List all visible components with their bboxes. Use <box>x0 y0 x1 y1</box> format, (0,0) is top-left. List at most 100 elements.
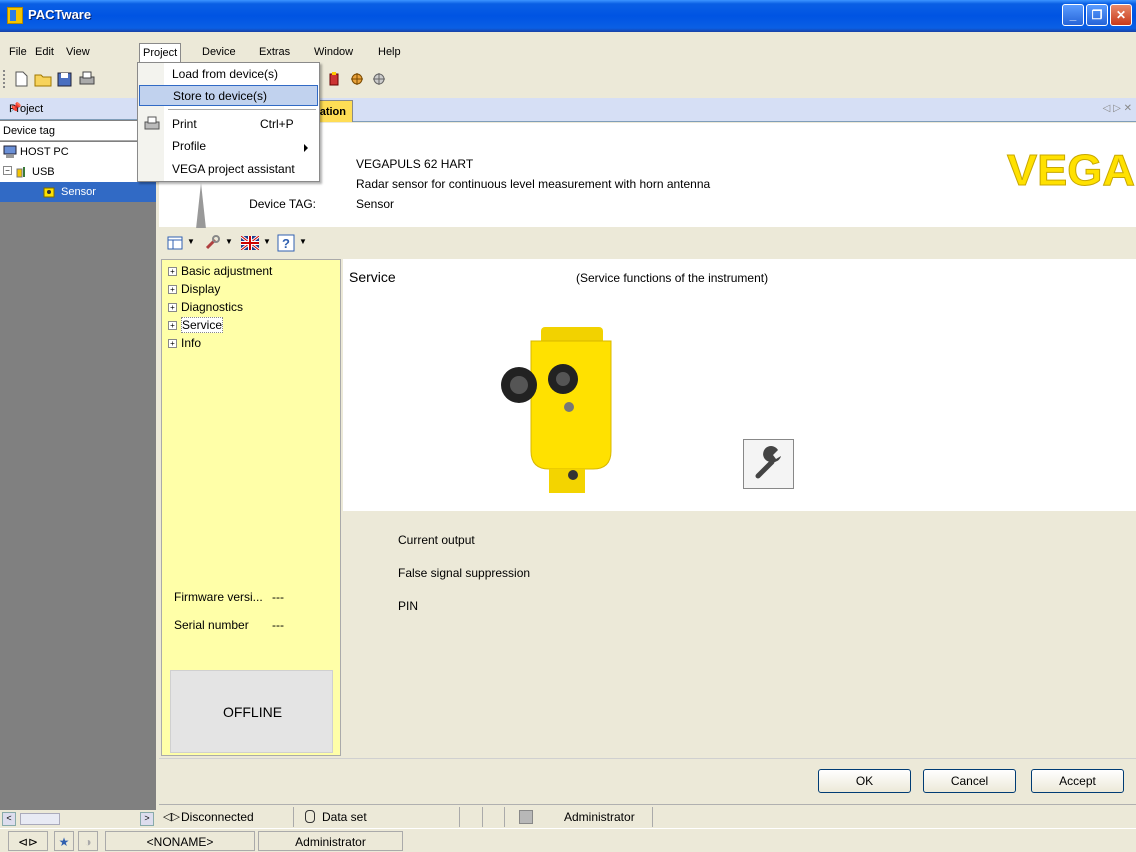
scroll-right-icon[interactable]: > <box>140 812 154 826</box>
app-status-bar: ⊲⊳ ★ ◑ <NONAME> Administrator <box>0 828 1136 852</box>
sensor-housing-image <box>501 327 612 493</box>
service-item-false-signal-suppression[interactable]: False signal suppression <box>398 566 530 580</box>
new-file-icon[interactable] <box>12 70 30 88</box>
tree-item-host-pc[interactable]: HOST PC <box>0 142 156 162</box>
accept-button[interactable]: Accept <box>1031 769 1124 793</box>
menu-item-print[interactable]: Print Ctrl+P <box>139 114 318 135</box>
pin-icon[interactable]: 📌 <box>9 103 140 114</box>
service-wrench-button[interactable] <box>743 439 794 489</box>
favorite-icon[interactable]: ★ <box>54 831 74 851</box>
menu-project[interactable]: Project <box>139 43 182 64</box>
service-panel: Service (Service functions of the instru… <box>343 259 1136 511</box>
vega-logo: VEGA <box>1007 149 1136 189</box>
chevron-down-icon[interactable]: ▼ <box>299 237 307 246</box>
language-flag-icon[interactable] <box>241 236 259 250</box>
computer-icon <box>3 145 17 158</box>
minimize-icon[interactable]: _ <box>1062 4 1084 26</box>
serial-number-label: Serial number <box>174 618 249 632</box>
menu-separator <box>168 109 316 110</box>
menu-window[interactable]: Window <box>311 45 356 59</box>
ok-button[interactable]: OK <box>818 769 911 793</box>
close-icon[interactable]: ✕ <box>1110 4 1132 26</box>
nav-item-basic-adjustment[interactable]: + Basic adjustment <box>168 264 272 278</box>
view-layout-icon[interactable] <box>167 236 183 250</box>
service-subtitle: (Service functions of the instrument) <box>576 271 769 285</box>
menu-help[interactable]: Help <box>375 45 404 59</box>
status-divider <box>459 807 460 827</box>
print-icon[interactable] <box>78 70 96 88</box>
chevron-down-icon[interactable]: ▼ <box>225 237 233 246</box>
pactware-app-icon <box>7 7 23 24</box>
svg-text:?: ? <box>282 236 290 251</box>
dialog-button-bar: OK Cancel Accept <box>159 758 1136 798</box>
device-name: VEGAPULS 62 HART <box>356 157 474 171</box>
title-bar: PACTware _ ❐ ✕ <box>0 0 1136 32</box>
submenu-arrow-icon <box>304 144 308 152</box>
disconnect-icon[interactable] <box>370 70 388 88</box>
project-horizontal-scrollbar[interactable]: < > <box>0 810 156 828</box>
dtm-document: ation ◁ ▷ ✕ Device TAG: VEGAPULS 62 HART… <box>159 98 1136 828</box>
service-title: Service <box>349 269 396 285</box>
help-icon[interactable]: ? <box>277 234 295 252</box>
device-description: Radar sensor for continuous level measur… <box>356 177 711 191</box>
document-status-bar: ◁▷ Disconnected Data set Administrator <box>159 804 1136 828</box>
window-title: PACTware <box>28 7 92 22</box>
device-tag-label: Device TAG: <box>249 197 316 211</box>
service-item-current-output[interactable]: Current output <box>398 533 475 547</box>
tree-item-sensor[interactable]: Sensor <box>0 182 156 202</box>
expand-icon[interactable]: + <box>168 285 177 294</box>
device-tag-column-header[interactable]: Device tag <box>0 121 156 141</box>
menu-item-load-from-device[interactable]: Load from device(s) <box>139 64 318 85</box>
service-function-list: Current output False signal suppression … <box>343 511 1136 756</box>
chevron-down-icon[interactable]: ▼ <box>263 237 271 246</box>
collapse-icon[interactable]: − <box>3 166 12 175</box>
dtm-toolbar: ▼ ▼ ▼ ? ▼ <box>159 228 1136 258</box>
nav-item-service[interactable]: + Service <box>168 317 224 333</box>
menu-view[interactable]: View <box>63 45 93 59</box>
restore-icon[interactable]: ❐ <box>1086 4 1108 26</box>
parameter-navigation-tree: + Basic adjustment + Display + Diagnostics … <box>161 259 341 756</box>
nav-item-diagnostics[interactable]: + Diagnostics <box>168 300 243 314</box>
expand-icon[interactable]: + <box>168 267 177 276</box>
sensor-device-icon <box>43 187 55 198</box>
project-menu-dropdown: Load from device(s) Store to device(s) P… <box>137 62 320 182</box>
firmware-label: Firmware versi... <box>174 590 263 604</box>
usb-icon <box>16 167 25 178</box>
status-divider <box>504 807 505 827</box>
menu-item-vega-project-assistant[interactable]: VEGA project assistant <box>139 159 318 180</box>
expand-icon[interactable]: + <box>168 321 177 330</box>
project-pane-header: Project 📌 <box>0 98 156 120</box>
menu-device[interactable]: Device <box>199 45 239 59</box>
cancel-button[interactable]: Cancel <box>923 769 1016 793</box>
menu-item-store-to-device[interactable]: Store to device(s) <box>139 85 318 106</box>
expand-icon[interactable]: + <box>168 303 177 312</box>
menu-extras[interactable]: Extras <box>256 45 293 59</box>
dataset-icon <box>305 810 315 823</box>
status-divider <box>652 807 653 827</box>
wrench-tools-icon[interactable] <box>203 234 221 252</box>
menu-item-profile[interactable]: Profile <box>139 136 318 157</box>
nav-item-info[interactable]: + Info <box>168 336 201 350</box>
save-all-icon[interactable] <box>56 70 74 88</box>
menu-edit[interactable]: Edit <box>32 45 57 59</box>
menu-file[interactable]: File <box>6 45 30 59</box>
wrench-icon <box>755 446 781 479</box>
online-parameterize-icon[interactable] <box>348 70 366 88</box>
connection-toggle-icon[interactable]: ⊲⊳ <box>8 831 48 851</box>
scroll-left-icon[interactable]: < <box>2 812 16 826</box>
device-connect-icon[interactable] <box>326 70 344 88</box>
toolbar-grip[interactable] <box>3 70 6 88</box>
expand-icon[interactable]: + <box>168 339 177 348</box>
offline-status: OFFLINE <box>222 704 283 720</box>
chevron-down-icon[interactable]: ▼ <box>187 237 195 246</box>
project-name: <NONAME> <box>105 831 255 851</box>
status-divider <box>293 807 294 827</box>
service-item-pin[interactable]: PIN <box>398 599 418 613</box>
info-icon[interactable]: ◑ <box>78 831 98 851</box>
nav-item-display[interactable]: + Display <box>168 282 220 296</box>
scroll-thumb[interactable] <box>20 813 60 825</box>
dataset-status: Data set <box>322 810 367 824</box>
tree-item-usb[interactable]: − USB <box>0 162 156 182</box>
tab-nav-arrows-icon[interactable]: ◁ ▷ ✕ <box>1103 103 1132 114</box>
open-folder-icon[interactable] <box>34 70 52 88</box>
